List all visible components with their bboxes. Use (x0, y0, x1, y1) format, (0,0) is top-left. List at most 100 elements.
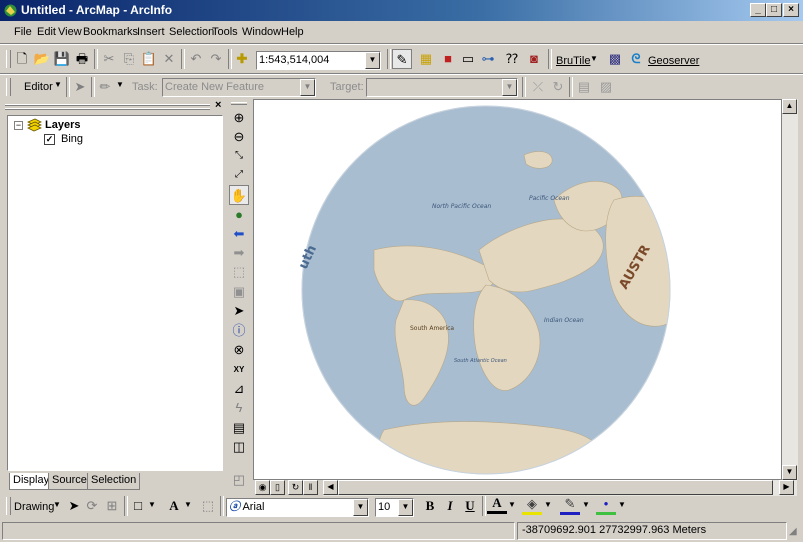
menu-selection[interactable]: Selection (169, 26, 214, 38)
marker-color-dropdown-icon[interactable]: ▼ (618, 500, 626, 509)
font-family-combo[interactable]: ⓐ Arial ▼ (226, 498, 369, 517)
tool-icon[interactable]: ◙ (524, 49, 544, 69)
time-slider-icon[interactable]: ◫ (229, 437, 249, 457)
drawing-dropdown-icon[interactable]: ▼ (53, 500, 61, 509)
layers-root-label[interactable]: Layers (45, 119, 80, 131)
chevron-down-icon[interactable]: ▼ (300, 79, 315, 96)
map-vertical-scrollbar[interactable]: ▲ ▼ (782, 99, 798, 480)
layout-view-icon[interactable]: ▯ (270, 480, 285, 495)
cut-icon[interactable]: ✂ (99, 49, 119, 69)
menu-insert[interactable]: Insert (137, 26, 165, 38)
select-elements-icon[interactable]: ➤ (64, 496, 84, 516)
toolbar-grip[interactable] (6, 78, 11, 96)
rotate-tool-icon[interactable]: ↻ (548, 77, 568, 97)
geoserver-icon[interactable]: ᘓ (626, 49, 646, 69)
paste-icon[interactable]: 📋 (139, 49, 159, 69)
delete-icon[interactable]: ✕ (159, 49, 179, 69)
tab-selection[interactable]: Selection (87, 473, 141, 490)
drawing-menu[interactable]: Drawing (14, 501, 54, 513)
find-binoculars-icon[interactable]: ⊗ (229, 340, 249, 360)
split-tool-icon[interactable]: ⤫ (528, 77, 548, 97)
collapse-icon[interactable]: − (14, 121, 23, 130)
previous-extent-icon[interactable]: ⬅ (229, 224, 249, 244)
fixed-zoom-in-icon[interactable]: ⤡ (229, 146, 249, 166)
toolbar-grip[interactable] (6, 497, 11, 515)
font-color-dropdown-icon[interactable]: ▼ (508, 500, 516, 509)
identify-icon[interactable]: ⓘ (229, 321, 249, 341)
model-builder-icon[interactable]: ⊶ (478, 49, 498, 69)
attributes-icon[interactable]: ▤ (574, 77, 594, 97)
scroll-up-icon[interactable]: ▲ (782, 99, 797, 114)
overflow-tool-icon[interactable]: ◰ (229, 470, 249, 490)
map-view[interactable]: North Pacific Ocean Pacific Ocean Indian… (253, 99, 782, 480)
bing-layer-checkbox[interactable]: ✓ (44, 134, 55, 145)
menu-window[interactable]: Window (242, 26, 281, 38)
font-size-combo[interactable]: 10 ▼ (375, 498, 414, 517)
toolbar-grip[interactable] (6, 50, 11, 68)
fixed-zoom-out-icon[interactable]: ⤢ (229, 165, 249, 185)
bold-button[interactable]: B (420, 496, 440, 516)
toolbar-grip[interactable] (231, 102, 247, 105)
copy-icon[interactable]: ⎘ (119, 49, 139, 69)
shape-dropdown-icon[interactable]: ▼ (148, 500, 156, 509)
font-color-button[interactable]: A (487, 495, 507, 514)
brutile-dropdown-icon[interactable]: ▼ (590, 54, 598, 63)
chevron-down-icon[interactable]: ▼ (502, 79, 517, 96)
editor-menu[interactable]: Editor (24, 81, 53, 93)
chevron-down-icon[interactable]: ▼ (353, 499, 368, 516)
select-elements-icon[interactable]: ➤ (229, 301, 249, 321)
sketch-properties-icon[interactable]: ▨ (596, 77, 616, 97)
chevron-down-icon[interactable]: ▼ (398, 499, 413, 516)
marker-color-icon[interactable]: • (596, 496, 616, 515)
chevron-down-icon[interactable]: ▼ (365, 52, 380, 69)
arctoolbox-icon[interactable]: ■ (438, 49, 458, 69)
toc-grip[interactable] (5, 108, 210, 110)
minimize-button[interactable]: _ (750, 3, 766, 17)
undo-icon[interactable]: ↶ (186, 49, 206, 69)
menu-bookmarks[interactable]: Bookmarks (83, 26, 138, 38)
rectangle-tool-icon[interactable]: □ (128, 496, 148, 516)
arccatalog-icon[interactable]: ▦ (416, 49, 436, 69)
brutile-layer-icon[interactable]: ▩ (605, 49, 625, 69)
menu-file[interactable]: File (14, 26, 32, 38)
scrollbar-thumb[interactable] (338, 480, 773, 495)
bing-layer-label[interactable]: Bing (61, 133, 83, 145)
tab-source[interactable]: Source (48, 473, 91, 490)
redo-icon[interactable]: ↷ (206, 49, 226, 69)
task-combo[interactable]: Create New Feature ▼ (162, 78, 316, 97)
close-toc-icon[interactable]: × (215, 99, 221, 111)
html-popup-icon[interactable]: ▤ (229, 418, 249, 438)
zoom-in-icon[interactable]: ⊕ (229, 108, 249, 128)
fill-color-icon[interactable]: ◈ (522, 496, 542, 515)
add-data-icon[interactable]: ✚ (232, 49, 252, 69)
fill-color-dropdown-icon[interactable]: ▼ (544, 500, 552, 509)
print-icon[interactable]: 🖶 (72, 49, 92, 69)
rotate-element-icon[interactable]: ⟳ (82, 496, 102, 516)
pan-hand-icon[interactable]: ✋ (229, 185, 249, 205)
zoom-selected-icon[interactable]: ⊞ (102, 496, 122, 516)
menu-edit[interactable]: Edit (37, 26, 56, 38)
sketch-dropdown-icon[interactable]: ▼ (116, 80, 124, 89)
select-features-icon[interactable]: ⬚ (229, 262, 249, 282)
next-extent-icon[interactable]: ➡ (229, 243, 249, 263)
sketch-pencil-icon[interactable]: ✏ (95, 77, 115, 97)
brutile-menu[interactable]: BruTile (556, 55, 590, 67)
target-combo[interactable]: ▼ (366, 78, 518, 97)
edit-vertices-icon[interactable]: ⬚ (198, 496, 218, 516)
line-color-dropdown-icon[interactable]: ▼ (582, 500, 590, 509)
close-window-button[interactable]: × (783, 3, 799, 17)
scroll-right-icon[interactable]: ▶ (779, 480, 794, 495)
measure-icon[interactable]: ⊿ (229, 379, 249, 399)
clear-selection-icon[interactable]: ▣ (229, 282, 249, 302)
text-tool-icon[interactable]: A (164, 496, 184, 516)
line-color-icon[interactable]: ✎ (560, 496, 580, 515)
map-canvas[interactable]: North Pacific Ocean Pacific Ocean Indian… (254, 100, 782, 480)
toc-grip[interactable] (5, 104, 210, 106)
geoserver-button[interactable]: Geoserver (648, 55, 699, 67)
new-document-icon[interactable]: 🗋 (12, 49, 32, 69)
open-folder-icon[interactable]: 📂 (32, 49, 52, 69)
whats-this-help-icon[interactable]: ⁇ (502, 49, 522, 69)
scroll-down-icon[interactable]: ▼ (782, 465, 797, 480)
map-scale-combo[interactable]: 1:543,514,004 ▼ (256, 51, 381, 70)
scroll-left-icon[interactable]: ◀ (323, 480, 338, 495)
